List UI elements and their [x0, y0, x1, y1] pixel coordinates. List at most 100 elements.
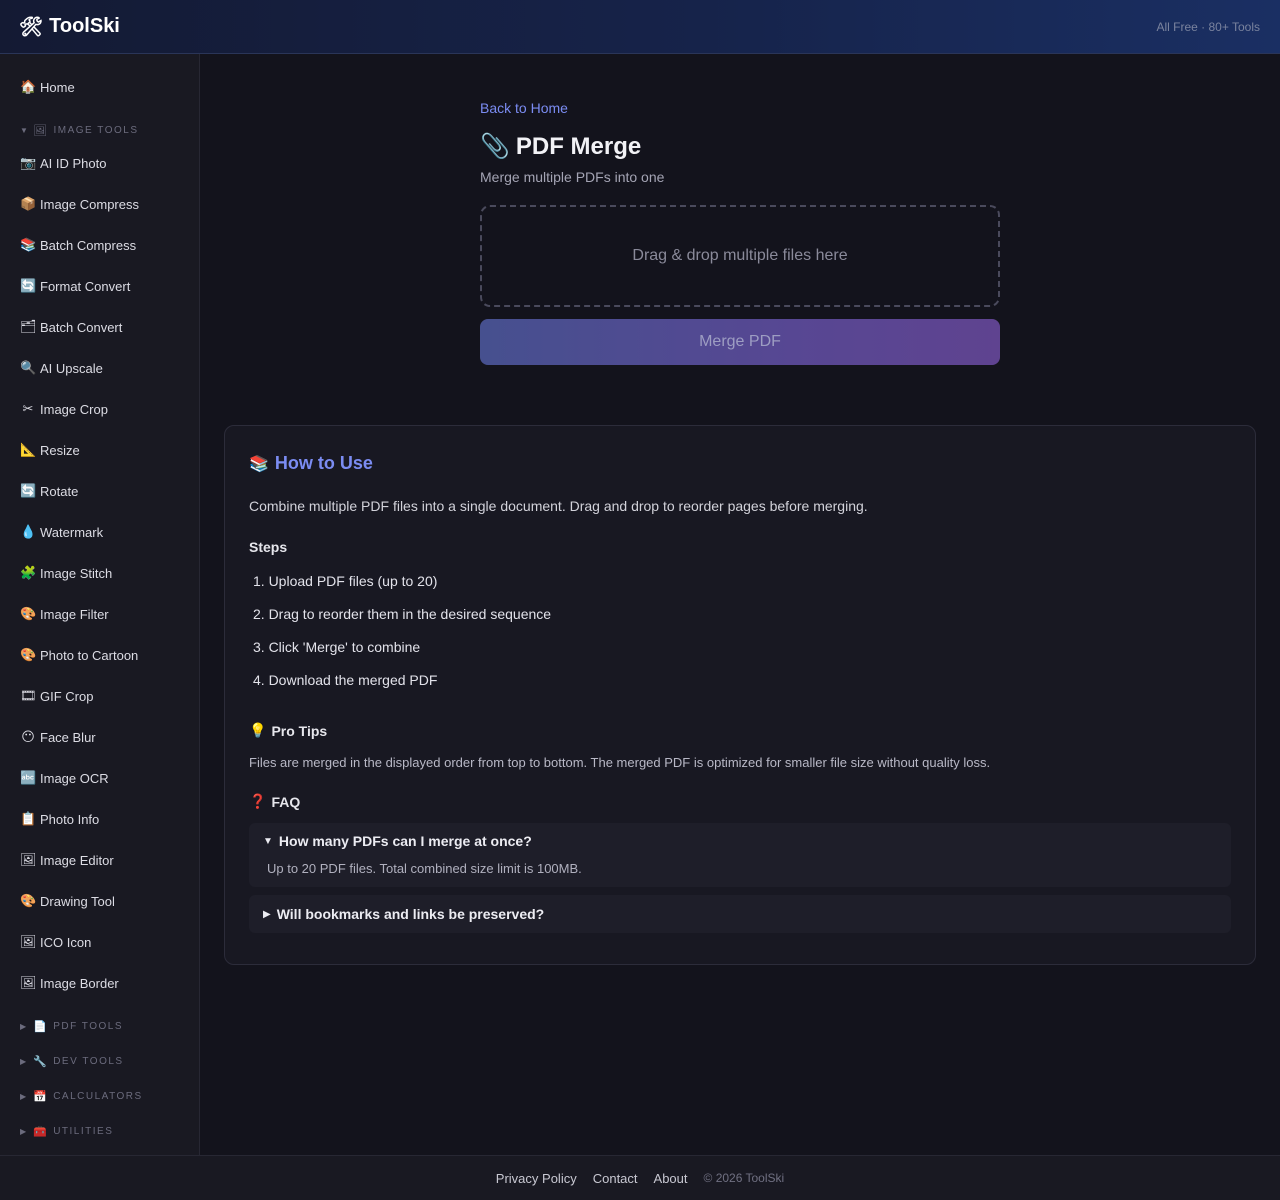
- picture-icon: 🖼: [20, 934, 37, 949]
- faq-item-max-pdfs[interactable]: ▼ How many PDFs can I merge at once? Up …: [249, 823, 1231, 887]
- sidebar-item-label: Image Border: [40, 975, 119, 991]
- picture-icon: 🖼: [20, 852, 37, 867]
- text-icon: 🔤: [20, 770, 37, 785]
- step-item: 2. Drag to reorder them in the desired s…: [253, 606, 552, 622]
- palette-icon: 🎨: [20, 893, 37, 908]
- sidebar-item-ai-upscale[interactable]: 🔍 AI Upscale: [20, 357, 103, 379]
- sidebar-item-label: ICO Icon: [40, 934, 92, 950]
- sidebar-item-image-filter[interactable]: 🎨 Image Filter: [20, 603, 109, 625]
- home-icon: 🏠: [20, 79, 37, 94]
- sidebar-item-label: Batch Compress: [40, 237, 137, 253]
- sidebar-item-label: Image OCR: [40, 770, 109, 786]
- refresh-icon: 🔄: [20, 278, 37, 293]
- file-dropzone[interactable]: Drag & drop multiple files here: [480, 205, 1000, 307]
- wrench-icon: 🔧: [33, 1055, 49, 1068]
- sidebar-item-label: Image Crop: [40, 401, 108, 417]
- sidebar-item-label: Image Compress: [40, 196, 139, 212]
- sidebar-item-watermark[interactable]: 💧 Watermark: [20, 521, 103, 543]
- sidebar-item-home[interactable]: 🏠 Home: [20, 76, 75, 98]
- sidebar-item-resize[interactable]: 📐 Resize: [20, 439, 80, 461]
- sidebar-item-image-border[interactable]: 🖼 Image Border: [20, 972, 119, 994]
- sidebar-section-label: CALCULATORS: [53, 1090, 143, 1102]
- sidebar-item-face-blur[interactable]: 😶 Face Blur: [20, 726, 96, 748]
- tools-icon: 🛠: [19, 16, 44, 38]
- faq-heading-text: FAQ: [271, 793, 301, 810]
- palette-icon: 🎨: [20, 606, 37, 621]
- merge-pdf-button[interactable]: Merge PDF: [480, 319, 1000, 365]
- contact-link[interactable]: Contact: [593, 1171, 638, 1186]
- sidebar-item-label: AI ID Photo: [40, 155, 107, 171]
- sidebar-item-label: Home: [40, 79, 75, 95]
- privacy-policy-link[interactable]: Privacy Policy: [496, 1171, 577, 1186]
- sidebar-item-label: Resize: [40, 442, 80, 458]
- page-subtitle: Merge multiple PDFs into one: [480, 169, 665, 185]
- sidebar-section-image-tools[interactable]: ▼ 🖼 IMAGE TOOLS: [20, 122, 139, 138]
- sidebar-item-label: AI Upscale: [40, 360, 103, 376]
- image-icon: 🖼: [33, 124, 49, 137]
- sidebar-item-label: Rotate: [40, 483, 79, 499]
- faq-answer: Up to 20 PDF files. Total combined size …: [267, 861, 582, 876]
- puzzle-icon: 🧩: [20, 565, 37, 580]
- site-logo[interactable]: 🛠 ToolSki: [19, 15, 120, 39]
- sidebar-item-image-crop[interactable]: ✂ Image Crop: [20, 398, 108, 420]
- how-to-use-description: Combine multiple PDF files into a single…: [249, 498, 868, 514]
- sidebar-item-ai-id-photo[interactable]: 📷 AI ID Photo: [20, 152, 106, 174]
- sidebar-item-label: Face Blur: [40, 729, 96, 745]
- palette-icon: 🎨: [20, 647, 37, 662]
- chevron-right-icon: ▶: [20, 1126, 28, 1136]
- sidebar-item-photo-info[interactable]: 📋 Photo Info: [20, 808, 99, 830]
- sidebar-section-label: DEV TOOLS: [53, 1055, 124, 1067]
- how-to-use-title-text: How to Use: [274, 453, 373, 473]
- sidebar-section-pdf-tools[interactable]: ▶ 📄 PDF TOOLS: [20, 1018, 123, 1034]
- pro-tips-text: Files are merged in the displayed order …: [249, 755, 991, 770]
- sidebar-section-dev-tools[interactable]: ▶ 🔧 DEV TOOLS: [20, 1053, 124, 1069]
- triangle-right-icon: ▶: [263, 908, 271, 920]
- back-to-home-link[interactable]: Back to Home: [480, 100, 568, 116]
- question-icon: ❓: [249, 793, 267, 809]
- paperclip-icon: 📎: [480, 133, 510, 160]
- film-icon: 🎞: [20, 688, 37, 703]
- page-title-text: PDF Merge: [515, 132, 642, 160]
- about-link[interactable]: About: [654, 1171, 688, 1186]
- sidebar-item-image-editor[interactable]: 🖼 Image Editor: [20, 849, 114, 871]
- sidebar-item-ico-icon[interactable]: 🖼 ICO Icon: [20, 931, 91, 953]
- ruler-icon: 📐: [20, 442, 37, 457]
- sidebar-section-utilities[interactable]: ▶ 🧰 UTILITIES: [20, 1123, 113, 1139]
- steps-heading: Steps: [249, 539, 288, 555]
- sidebar-item-batch-convert[interactable]: 🗂 Batch Convert: [20, 316, 122, 338]
- sidebar-item-drawing-tool[interactable]: 🎨 Drawing Tool: [20, 890, 115, 912]
- faq-item-bookmarks[interactable]: ▶ Will bookmarks and links be preserved?: [249, 895, 1231, 933]
- sidebar-item-image-ocr[interactable]: 🔤 Image OCR: [20, 767, 109, 789]
- faq-question-text: How many PDFs can I merge at once?: [278, 833, 532, 849]
- chevron-right-icon: ▶: [20, 1021, 28, 1031]
- magnifier-icon: 🔍: [20, 360, 37, 375]
- sidebar-item-batch-compress[interactable]: 📚 Batch Compress: [20, 234, 136, 256]
- chevron-right-icon: ▶: [20, 1056, 28, 1066]
- sidebar-section-calculators[interactable]: ▶ 📅 CALCULATORS: [20, 1088, 143, 1104]
- page-title: 📎 PDF Merge: [480, 132, 641, 161]
- pro-tips-heading: 💡 Pro Tips: [249, 722, 327, 739]
- step-item: 1. Upload PDF files (up to 20): [253, 573, 438, 589]
- sidebar-item-image-stitch[interactable]: 🧩 Image Stitch: [20, 562, 112, 584]
- sidebar-item-image-compress[interactable]: 📦 Image Compress: [20, 193, 139, 215]
- how-to-use-title: 📚 How to Use: [249, 453, 373, 474]
- header-tagline: All Free · 80+ Tools: [1156, 19, 1261, 34]
- sidebar-item-format-convert[interactable]: 🔄 Format Convert: [20, 275, 130, 297]
- faq-question[interactable]: ▶ Will bookmarks and links be preserved?: [263, 906, 544, 922]
- step-item: 4. Download the merged PDF: [253, 672, 438, 688]
- sidebar-item-label: Image Stitch: [40, 565, 113, 581]
- top-header: 🛠 ToolSki All Free · 80+ Tools: [0, 0, 1280, 54]
- sidebar: 🏠 Home ▼ 🖼 IMAGE TOOLS 📷 AI ID Photo 📦 I…: [0, 54, 200, 1155]
- sidebar-item-label: Photo to Cartoon: [40, 647, 139, 663]
- sidebar-item-photo-to-cartoon[interactable]: 🎨 Photo to Cartoon: [20, 644, 138, 666]
- sidebar-item-rotate[interactable]: 🔄 Rotate: [20, 480, 78, 502]
- faq-question-text: Will bookmarks and links be preserved?: [276, 906, 545, 922]
- triangle-down-icon: ▼: [263, 835, 273, 847]
- folder-icon: 🗂: [20, 319, 37, 334]
- site-name: ToolSki: [49, 15, 120, 37]
- face-icon: 😶: [21, 729, 35, 744]
- sidebar-item-gif-crop[interactable]: 🎞 GIF Crop: [20, 685, 93, 707]
- sidebar-section-label: UTILITIES: [53, 1125, 114, 1137]
- dropzone-text: Drag & drop multiple files here: [632, 247, 848, 264]
- faq-question[interactable]: ▼ How many PDFs can I merge at once?: [263, 833, 532, 849]
